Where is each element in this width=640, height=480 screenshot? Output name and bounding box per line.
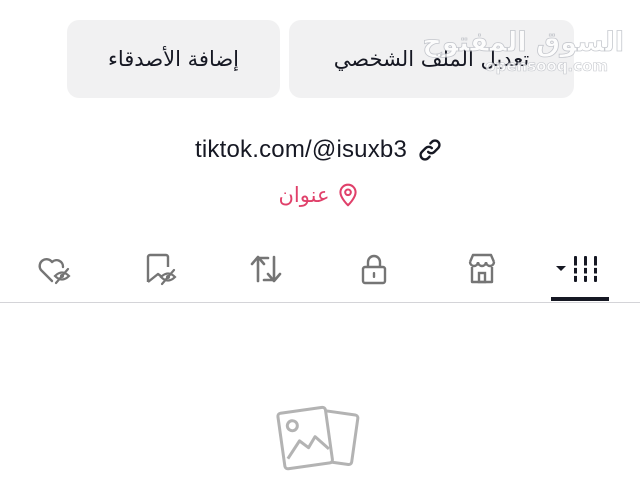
lock-icon [361, 254, 387, 285]
profile-screen: إضافة الأصدقاء تعديل الملف الشخصي السوق … [0, 0, 640, 480]
shop-icon [468, 253, 496, 284]
profile-link[interactable]: tiktok.com/@isuxb3 [0, 132, 640, 168]
tab-private[interactable] [344, 246, 404, 292]
favorites-hidden-icon [146, 253, 177, 286]
empty-photos-icon [276, 405, 360, 471]
add-friends-button[interactable]: إضافة الأصدقاء [67, 20, 280, 98]
tab-liked[interactable] [25, 246, 85, 292]
tab-reposts[interactable] [236, 246, 296, 292]
active-tab-indicator [551, 297, 609, 301]
repost-icon [250, 255, 282, 283]
location-text: عنوان [278, 183, 330, 207]
liked-hidden-icon [38, 258, 71, 285]
profile-location[interactable]: عنوان [0, 178, 640, 212]
tab-favorites[interactable] [130, 246, 190, 292]
location-pin-icon [339, 183, 358, 207]
link-icon [419, 139, 441, 161]
profile-tabs [0, 240, 640, 303]
tab-shop[interactable] [452, 246, 512, 292]
grid-icon [556, 256, 599, 282]
profile-link-text[interactable]: tiktok.com/@isuxb3 [195, 136, 407, 164]
edit-profile-button[interactable]: تعديل الملف الشخصي [289, 20, 574, 98]
tab-videos[interactable] [550, 246, 610, 292]
